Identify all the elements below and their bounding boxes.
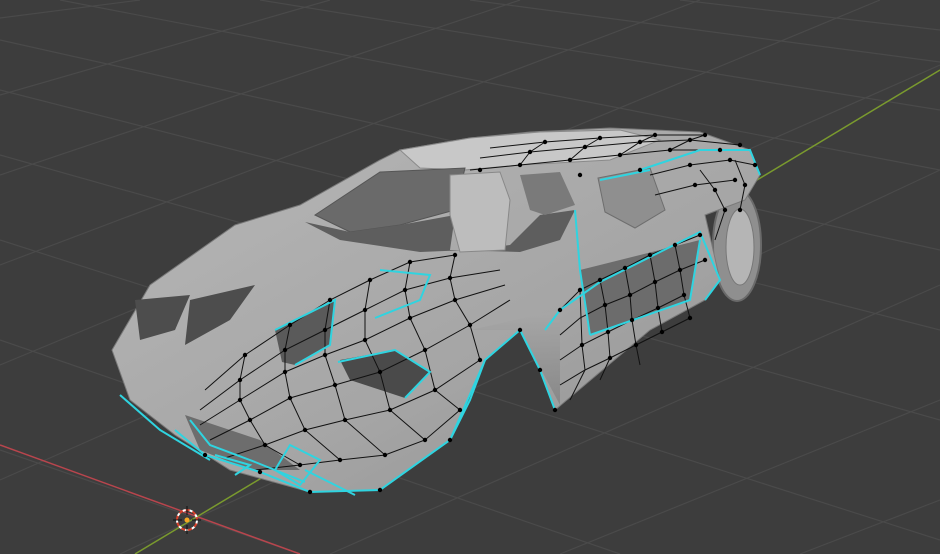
object-origin-icon bbox=[184, 517, 190, 523]
viewport-canvas[interactable] bbox=[0, 0, 940, 554]
seat bbox=[449, 171, 511, 253]
3d-viewport[interactable] bbox=[0, 0, 940, 554]
3d-cursor-icon[interactable] bbox=[173, 506, 201, 534]
rear-wheel-rim bbox=[725, 208, 755, 286]
